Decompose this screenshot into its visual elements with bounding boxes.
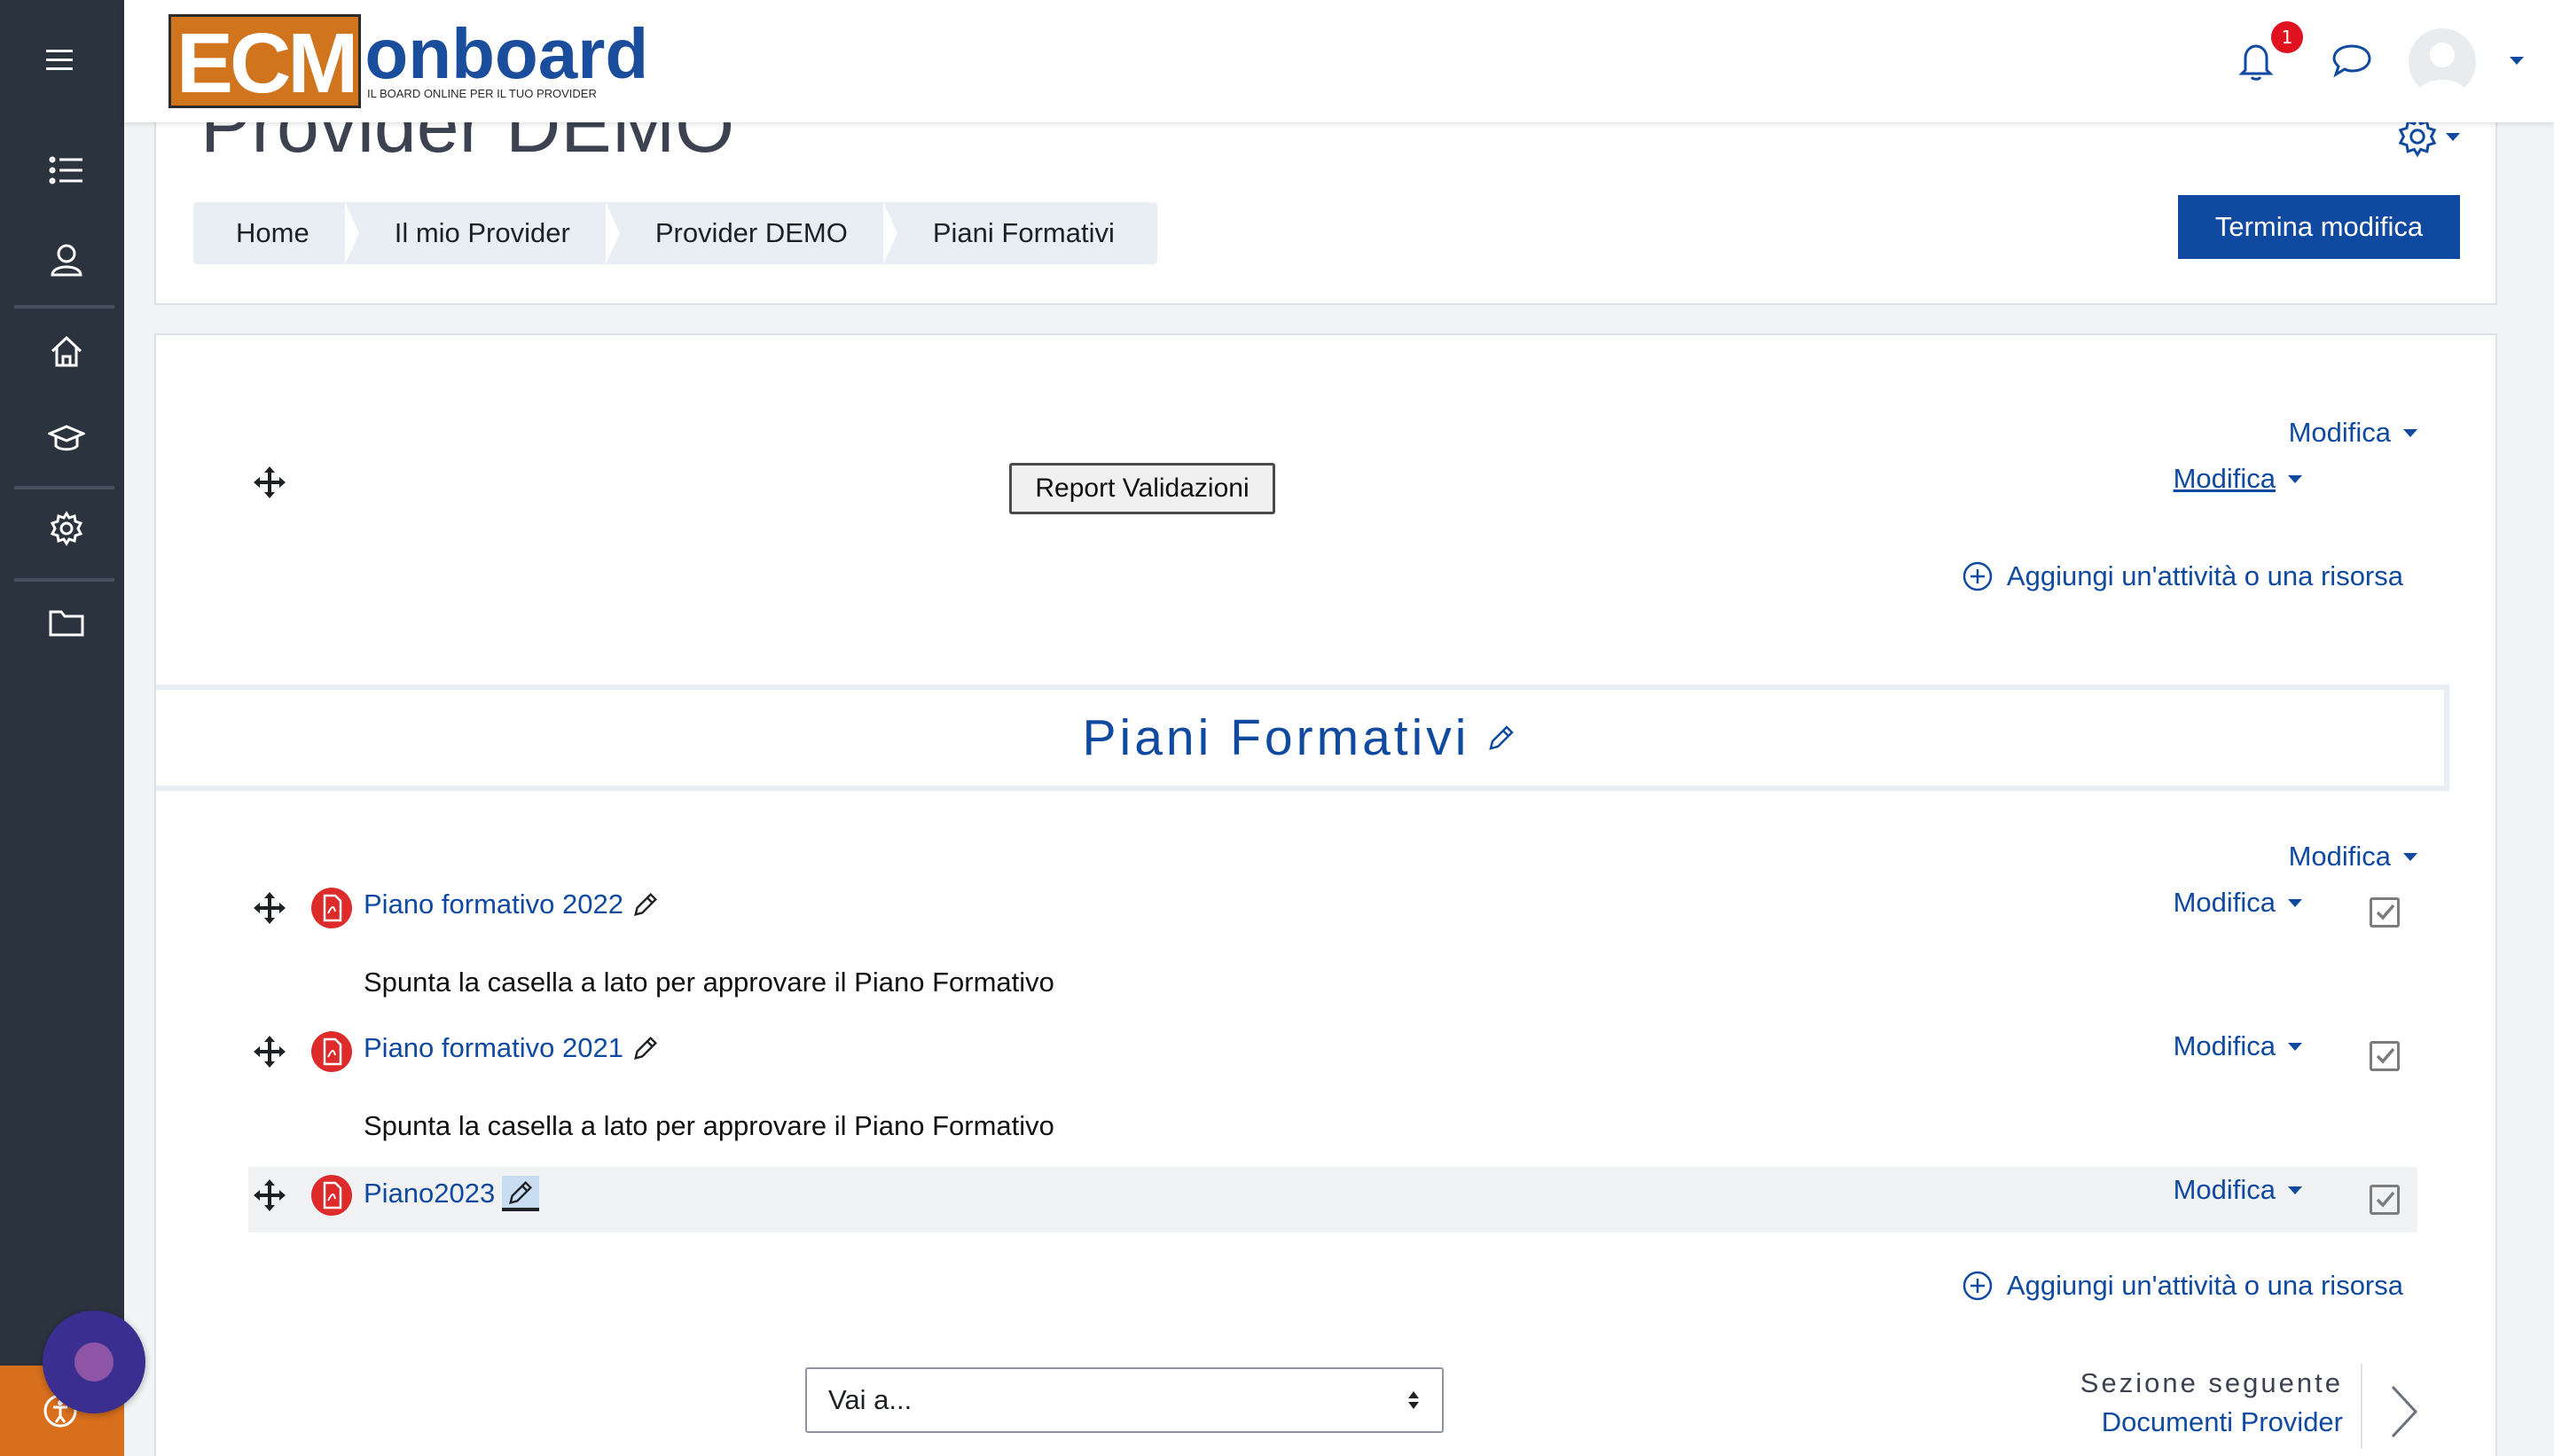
sidebar-divider bbox=[14, 578, 114, 582]
item-modifica-label: Modifica bbox=[2173, 1030, 2276, 1061]
jump-to-select[interactable]: Vai a... bbox=[805, 1367, 1444, 1433]
move-icon[interactable] bbox=[252, 465, 287, 500]
next-section-label: Sezione seguente bbox=[2080, 1367, 2343, 1398]
item-edit-menu[interactable]: Modifica bbox=[2174, 1030, 2302, 1062]
site-logo[interactable]: ECM onboard IL BOARD ONLINE PER IL TUO P… bbox=[168, 14, 648, 111]
home-icon[interactable] bbox=[27, 316, 106, 387]
left-sidebar bbox=[0, 0, 124, 1456]
checkmark-icon bbox=[2376, 1047, 2395, 1064]
logo-tagline: IL BOARD ONLINE PER IL TUO PROVIDER bbox=[367, 87, 597, 100]
next-section-link[interactable]: Documenti Provider bbox=[2080, 1406, 2343, 1438]
sidebar-divider bbox=[14, 486, 114, 489]
sidebar-divider bbox=[14, 305, 114, 309]
add-activity-label: Aggiungi un'attività o una risorsa bbox=[2006, 1270, 2403, 1301]
jump-to-selected-value: Vai a... bbox=[828, 1384, 913, 1415]
activity-item-link[interactable]: Piano2023 bbox=[364, 1176, 540, 1211]
completion-checkbox[interactable] bbox=[2370, 1185, 2400, 1215]
messages-chat-icon[interactable] bbox=[2325, 34, 2378, 87]
activity-item-link[interactable]: Piano formativo 2022 bbox=[364, 888, 661, 920]
next-section-nav[interactable]: Sezione seguente Documenti Provider bbox=[2080, 1367, 2343, 1438]
my-courses-icon[interactable] bbox=[27, 403, 106, 474]
section-edit-menu[interactable]: Modifica bbox=[2289, 417, 2417, 449]
notification-count-badge: 1 bbox=[2271, 21, 2303, 53]
chat-widget-button[interactable] bbox=[43, 1311, 145, 1413]
chevron-down-icon bbox=[2288, 898, 2302, 907]
chevron-right-icon[interactable] bbox=[2389, 1383, 2419, 1440]
chevron-down-icon bbox=[2288, 474, 2302, 483]
item-modifica-label: Modifica bbox=[2173, 463, 2276, 494]
report-validazioni-button[interactable]: Report Validazioni bbox=[1009, 463, 1275, 514]
site-admin-gear-icon[interactable] bbox=[27, 493, 106, 564]
termina-modifica-button[interactable]: Termina modifica bbox=[2178, 195, 2460, 259]
chevron-down-icon bbox=[2403, 428, 2417, 437]
plus-circle-icon bbox=[1963, 1271, 1993, 1301]
add-activity-button[interactable]: Aggiungi un'attività o una risorsa bbox=[1963, 560, 2403, 592]
section-edit-menu[interactable]: Modifica bbox=[2289, 841, 2417, 873]
activity-description: Spunta la casella a lato per approvare i… bbox=[364, 967, 1054, 998]
chevron-down-icon bbox=[2446, 132, 2460, 141]
menu-toggle-icon[interactable] bbox=[21, 25, 101, 96]
user-menu-chevron-down-icon[interactable] bbox=[2510, 57, 2524, 65]
add-activity-label: Aggiungi un'attività o una risorsa bbox=[2006, 560, 2403, 591]
breadcrumb: Home Il mio Provider Provider DEMO Piani… bbox=[193, 202, 1157, 264]
breadcrumb-piani-formativi[interactable]: Piani Formativi bbox=[890, 202, 1157, 264]
edit-name-pencil-icon bbox=[509, 1180, 533, 1204]
section-modifica-label: Modifica bbox=[2288, 417, 2391, 448]
pdf-file-icon bbox=[311, 1031, 352, 1072]
top-navbar: ECM onboard IL BOARD ONLINE PER IL TUO P… bbox=[124, 0, 2554, 122]
nav-divider bbox=[2361, 1364, 2362, 1449]
activity-item-name: Piano formativo 2021 bbox=[364, 1032, 623, 1063]
breadcrumb-home[interactable]: Home bbox=[193, 202, 359, 264]
participants-icon[interactable] bbox=[27, 223, 106, 294]
activity-item-link[interactable]: Piano formativo 2021 bbox=[364, 1032, 661, 1064]
activity-description: Spunta la casella a lato per approvare i… bbox=[364, 1110, 1054, 1141]
move-icon[interactable] bbox=[252, 890, 287, 926]
pdf-file-icon bbox=[311, 1175, 352, 1216]
logo-ecm-text: ECM bbox=[168, 14, 362, 111]
edit-name-pencil-focus[interactable] bbox=[502, 1176, 540, 1211]
checkmark-icon bbox=[2376, 1191, 2395, 1208]
edit-title-pencil-icon[interactable] bbox=[1485, 722, 1517, 754]
section-header: Piani Formativi bbox=[156, 685, 2449, 791]
item-modifica-label: Modifica bbox=[2173, 887, 2276, 918]
edit-name-pencil-icon[interactable] bbox=[631, 1033, 661, 1063]
section-modifica-label: Modifica bbox=[2288, 841, 2391, 872]
checkmark-icon bbox=[2376, 904, 2395, 920]
move-icon[interactable] bbox=[252, 1034, 287, 1069]
folder-icon[interactable] bbox=[27, 587, 106, 658]
breadcrumb-provider-demo[interactable]: Provider DEMO bbox=[613, 202, 897, 264]
move-icon[interactable] bbox=[252, 1178, 287, 1213]
item-edit-menu[interactable]: Modifica bbox=[2174, 463, 2302, 495]
select-arrows-icon bbox=[1408, 1391, 1419, 1409]
chevron-down-icon bbox=[2403, 852, 2417, 861]
section-title: Piani Formativi bbox=[1082, 709, 1470, 766]
course-content: Modifica Report Validazioni Modifica Agg… bbox=[154, 333, 2497, 1456]
chevron-down-icon bbox=[2288, 1042, 2302, 1051]
completion-checkbox[interactable] bbox=[2370, 1041, 2400, 1071]
activity-row-highlight bbox=[248, 1167, 2417, 1233]
chevron-down-icon bbox=[2288, 1186, 2302, 1194]
breadcrumb-il-mio-provider[interactable]: Il mio Provider bbox=[352, 202, 620, 264]
add-activity-button[interactable]: Aggiungi un'attività o una risorsa bbox=[1963, 1270, 2403, 1302]
edit-name-pencil-icon[interactable] bbox=[631, 889, 661, 920]
pdf-file-icon bbox=[311, 888, 352, 928]
activity-item-name: Piano2023 bbox=[364, 1178, 496, 1209]
completion-checkbox[interactable] bbox=[2370, 897, 2400, 928]
item-edit-menu[interactable]: Modifica bbox=[2174, 1174, 2302, 1206]
item-modifica-label: Modifica bbox=[2173, 1174, 2276, 1205]
activity-item-name: Piano formativo 2022 bbox=[364, 888, 623, 920]
chat-widget-icon bbox=[74, 1342, 114, 1382]
user-avatar[interactable] bbox=[2409, 28, 2476, 96]
item-edit-menu[interactable]: Modifica bbox=[2174, 887, 2302, 919]
plus-circle-icon bbox=[1963, 561, 1993, 591]
course-index-icon[interactable] bbox=[27, 135, 106, 206]
